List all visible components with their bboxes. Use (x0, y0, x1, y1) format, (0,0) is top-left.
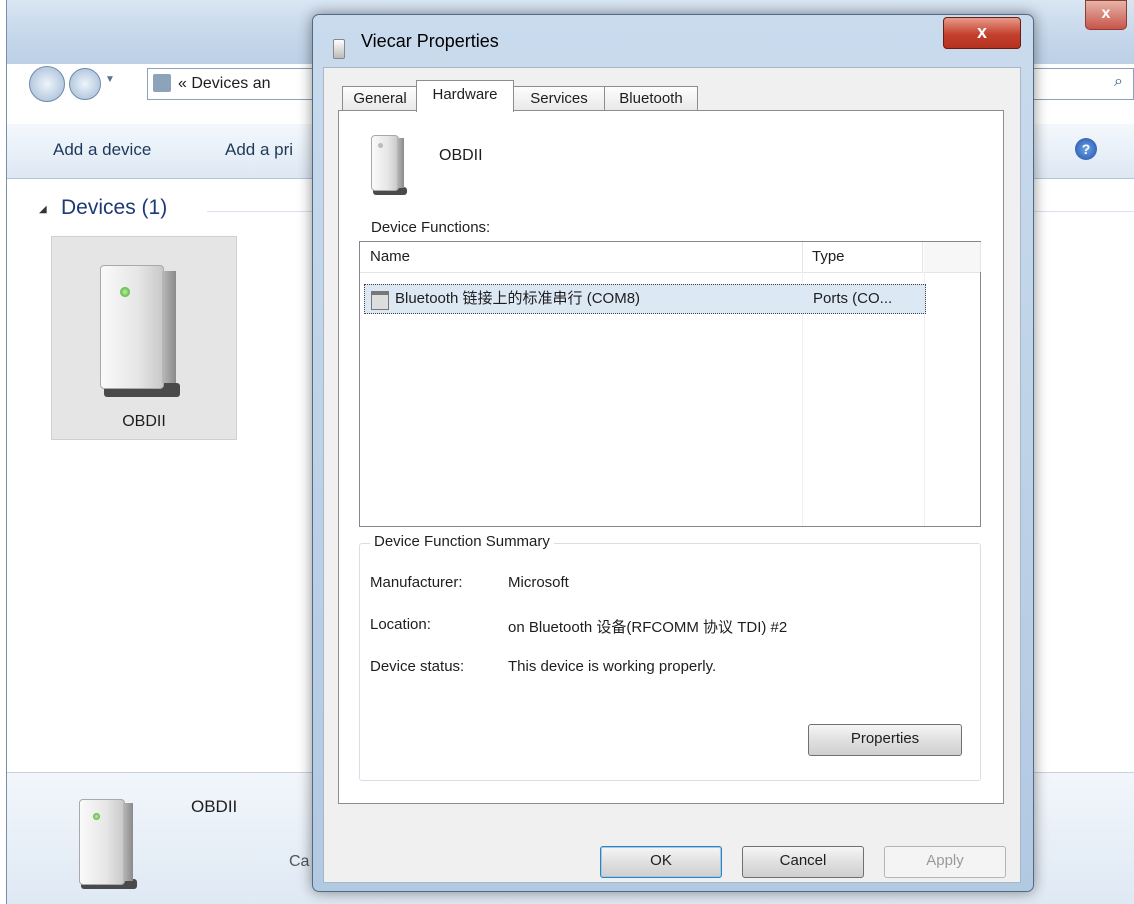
properties-button[interactable]: Properties (808, 724, 962, 756)
devices-group-header[interactable]: Devices (1) (61, 196, 167, 220)
dialog-close-button[interactable]: x (943, 17, 1021, 49)
tab-services[interactable]: Services (512, 86, 606, 111)
device-tile-obdii[interactable]: OBDII (51, 236, 237, 440)
tab-general[interactable]: General (342, 86, 418, 111)
collapse-triangle-icon[interactable]: ◢ (39, 204, 47, 215)
list-item[interactable]: Bluetooth 链接上的标准串行 (COM8) Ports (CO... (364, 284, 926, 314)
tab-hardware[interactable]: Hardware (416, 80, 514, 112)
help-icon[interactable]: ? (1075, 138, 1097, 160)
list-item-type: Ports (CO... (813, 290, 893, 307)
device-name: OBDII (439, 147, 483, 164)
details-category: Ca (289, 853, 310, 870)
list-header: Name Type (360, 242, 981, 273)
device-tower-icon (100, 265, 180, 397)
explorer-close-button[interactable]: x (1085, 0, 1127, 30)
dialog-title: Viecar Properties (361, 31, 499, 51)
manufacturer-value: Microsoft (508, 574, 569, 591)
recent-pages-dropdown[interactable]: ▼ (105, 74, 115, 85)
column-header-type[interactable]: Type (802, 242, 923, 272)
location-value: on Bluetooth 设备(RFCOMM 协议 TDI) #2 (508, 619, 788, 636)
serial-port-icon (371, 291, 389, 310)
tab-bluetooth[interactable]: Bluetooth (604, 86, 698, 111)
summary-title: Device Function Summary (370, 533, 554, 550)
dialog-device-icon (333, 39, 345, 59)
search-box[interactable]: ⌕ (1032, 68, 1134, 100)
device-status-value: This device is working properly. (508, 658, 717, 675)
hardware-panel: OBDII Device Functions: Name Type Blueto… (338, 110, 1004, 804)
device-tile-label: OBDII (122, 413, 166, 430)
details-device-name: OBDII (191, 797, 238, 816)
forward-button[interactable] (69, 68, 101, 100)
cancel-button[interactable]: Cancel (742, 846, 864, 878)
column-header-name[interactable]: Name (360, 242, 803, 272)
device-tower-icon-small (79, 799, 137, 889)
device-header-icon (371, 135, 407, 195)
address-text: « Devices an (178, 75, 271, 92)
device-functions-list[interactable]: Name Type Bluetooth 链接上的标准串行 (COM8) Port… (359, 241, 981, 527)
list-item-name: Bluetooth 链接上的标准串行 (COM8) (395, 290, 641, 307)
column-header-filler (924, 242, 981, 272)
location-label: Location: (370, 616, 431, 633)
apply-button[interactable]: Apply (884, 846, 1006, 878)
device-functions-label: Device Functions: (371, 219, 491, 236)
back-button[interactable] (29, 66, 65, 102)
manufacturer-label: Manufacturer: (370, 574, 463, 591)
devices-folder-icon (153, 74, 171, 92)
search-icon[interactable]: ⌕ (1114, 73, 1123, 91)
properties-dialog: Viecar Properties x General Hardware Ser… (312, 14, 1034, 892)
device-function-summary: Device Function Summary Manufacturer: Mi… (359, 533, 981, 781)
device-status-label: Device status: (370, 658, 465, 675)
dialog-body: General Hardware Services Bluetooth OBDI… (323, 67, 1021, 883)
add-device-button[interactable]: Add a device (53, 140, 151, 160)
add-printer-button[interactable]: Add a pri (225, 140, 293, 160)
ok-button[interactable]: OK (600, 846, 722, 878)
